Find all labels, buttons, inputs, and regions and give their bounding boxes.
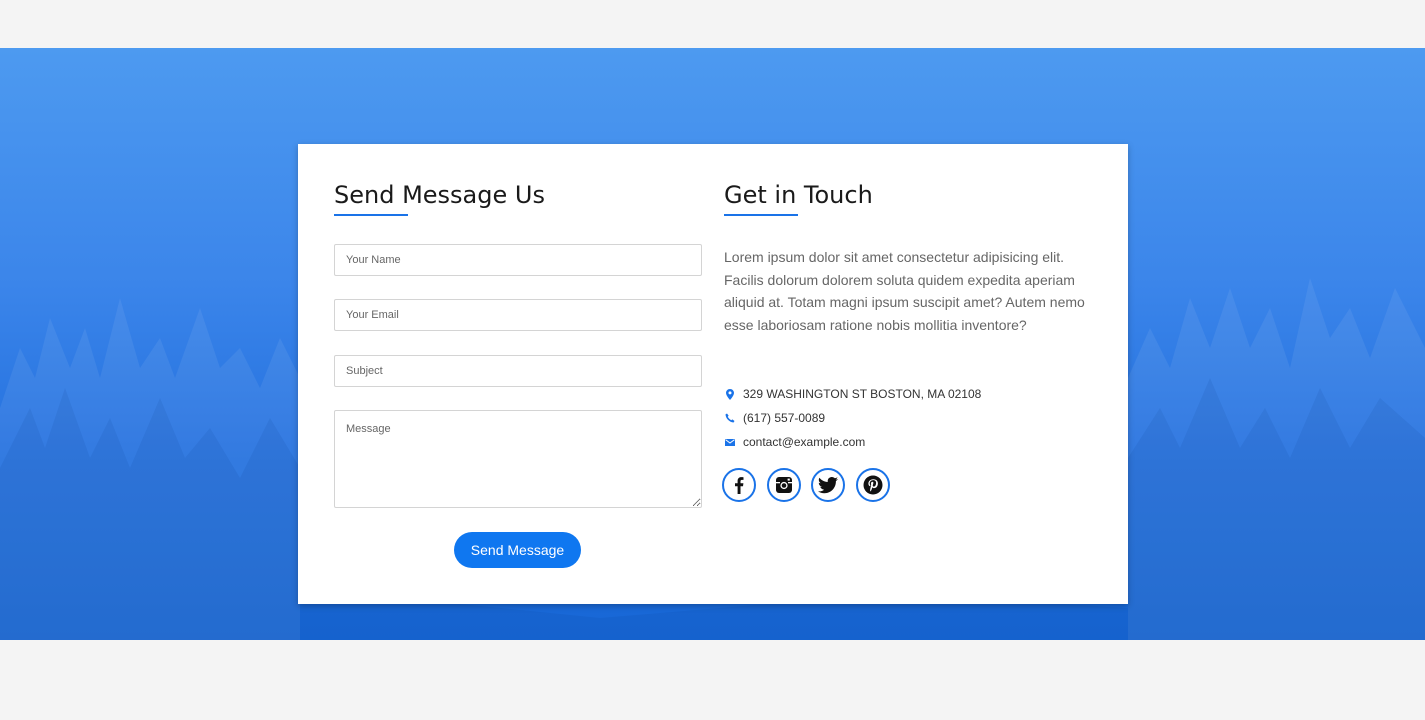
contact-hero-section: Send Message Us Send Message Get in Touc… (0, 48, 1425, 640)
title-underline (724, 214, 798, 216)
phone-text: (617) 557-0089 (743, 411, 826, 425)
get-in-touch-description: Lorem ipsum dolor sit amet consectetur a… (724, 249, 1085, 333)
contact-form-title: Send Message Us (334, 181, 545, 209)
envelope-icon (724, 436, 736, 448)
contact-form-column: Send Message Us Send Message (334, 180, 702, 568)
name-input[interactable] (334, 244, 702, 276)
email-input[interactable] (334, 299, 702, 331)
title-underline (334, 214, 408, 216)
send-message-button[interactable]: Send Message (454, 532, 581, 568)
pinterest-icon (863, 475, 882, 495)
subject-input[interactable] (334, 355, 702, 387)
pinterest-link[interactable] (855, 468, 890, 502)
phone-line: (617) 557-0089 (724, 410, 825, 426)
message-textarea[interactable] (334, 410, 702, 508)
facebook-link[interactable] (722, 468, 756, 502)
facebook-icon (735, 477, 744, 494)
email-text[interactable]: contact@example.com (743, 435, 865, 449)
instagram-icon (775, 477, 792, 493)
instagram-link[interactable] (766, 468, 801, 502)
email-line: contact@example.com (724, 434, 865, 450)
phone-icon (724, 412, 736, 424)
contact-card: Send Message Us Send Message Get in Touc… (298, 144, 1128, 604)
social-links (722, 468, 900, 502)
twitter-icon (818, 476, 838, 493)
map-pin-icon (724, 388, 736, 400)
address-line: 329 WASHINGTON ST BOSTON, MA 02108 (724, 386, 981, 402)
twitter-link[interactable] (811, 468, 845, 502)
address-text: 329 WASHINGTON ST BOSTON, MA 02108 (743, 387, 982, 401)
get-in-touch-column: Get in Touch Lorem ipsum dolor sit amet … (722, 180, 1094, 502)
get-in-touch-title: Get in Touch (724, 181, 873, 209)
